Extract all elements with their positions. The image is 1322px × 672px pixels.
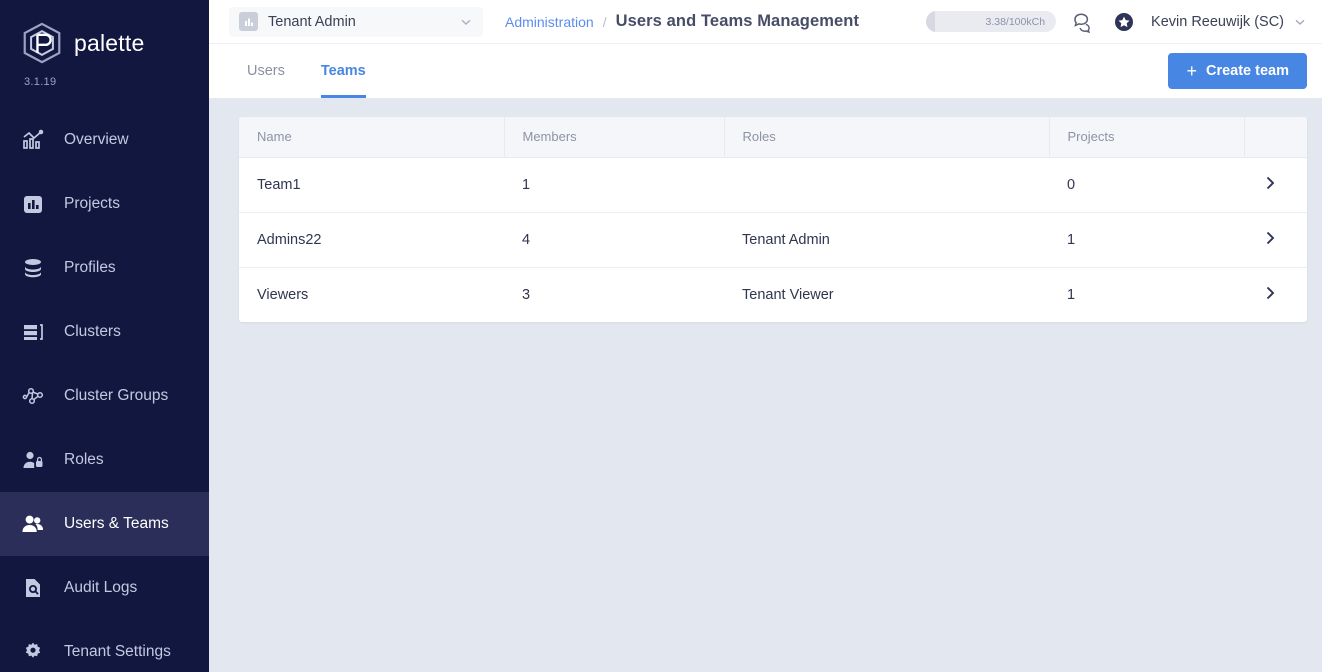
sidebar-item-label: Roles <box>64 451 104 468</box>
tabs: Users Teams <box>247 44 366 98</box>
column-header-action <box>1244 117 1307 158</box>
sidebar-nav: Overview Projects Profiles Clusters Clus… <box>0 108 209 672</box>
chart-line-bars-icon <box>20 127 46 153</box>
user-name: Kevin Reeuwijk (SC) <box>1151 13 1284 30</box>
sidebar: palette 3.1.19 Overview Projects Profile… <box>0 0 209 672</box>
teams-table-head: Name Members Roles Projects <box>239 117 1307 158</box>
sidebar-item-cluster-groups[interactable]: Cluster Groups <box>0 364 209 428</box>
chevron-right-icon[interactable] <box>1262 231 1278 250</box>
user-lock-icon <box>20 447 46 473</box>
chevron-right-icon[interactable] <box>1262 286 1278 305</box>
cell-members: 1 <box>504 157 724 213</box>
cell-team-name: Team1 <box>239 157 504 213</box>
teams-table-card: Name Members Roles Projects Team1 1 0 Ad… <box>239 117 1307 322</box>
cell-members: 3 <box>522 286 531 303</box>
column-header-roles: Roles <box>724 117 1050 158</box>
column-header-name: Name <box>239 117 505 158</box>
cell-projects: 0 <box>1049 157 1244 213</box>
teams-table: Name Members Roles Projects Team1 1 0 Ad… <box>239 117 1307 322</box>
breadcrumb-separator: / <box>602 13 607 30</box>
projects-square-icon <box>20 191 46 217</box>
star-circle-icon[interactable] <box>1113 11 1135 33</box>
sidebar-item-label: Clusters <box>64 323 121 340</box>
sidebar-item-overview[interactable]: Overview <box>0 108 209 172</box>
breadcrumb-parent-link[interactable]: Administration <box>505 14 594 30</box>
sidebar-item-clusters[interactable]: Clusters <box>0 300 209 364</box>
cell-roles: Tenant Admin <box>724 212 1049 268</box>
table-header-row: Name Members Roles Projects <box>239 117 1307 158</box>
app-version: 3.1.19 <box>24 76 57 88</box>
sidebar-item-projects[interactable]: Projects <box>0 172 209 236</box>
column-header-members: Members <box>504 117 725 158</box>
top-bar: Tenant Admin Administration / Users and … <box>209 0 1322 44</box>
users-group-icon <box>20 511 46 537</box>
tenant-selector[interactable]: Tenant Admin <box>229 6 483 37</box>
brand-name: palette <box>74 29 145 56</box>
create-team-button-label: Create team <box>1205 63 1289 79</box>
breadcrumb: Administration / Users and Teams Managem… <box>505 12 859 31</box>
tab-users[interactable]: Users <box>247 44 285 98</box>
node-graph-icon <box>20 383 46 409</box>
tenant-selector-value: Tenant Admin <box>268 13 356 30</box>
plus-icon: + <box>1186 61 1197 81</box>
sidebar-item-roles[interactable]: Roles <box>0 428 209 492</box>
table-row[interactable]: Admins22 4 Tenant Admin 1 <box>239 212 1307 268</box>
user-menu[interactable]: Kevin Reeuwijk (SC) <box>1151 14 1307 30</box>
gear-icon <box>20 639 46 665</box>
sidebar-item-audit-logs[interactable]: Audit Logs <box>0 556 209 620</box>
cell-members: 4 <box>504 212 724 268</box>
cell-row-action[interactable] <box>1244 212 1307 268</box>
main-area: Tenant Admin Administration / Users and … <box>209 0 1322 672</box>
sidebar-item-label: Cluster Groups <box>64 387 169 404</box>
tab-bar: Users Teams + Create team <box>209 44 1322 99</box>
sidebar-item-tenant-settings[interactable]: Tenant Settings <box>0 620 209 672</box>
cell-projects: 1 <box>1049 212 1244 268</box>
table-row[interactable]: Viewers 3 Tenant Viewer 1 <box>239 267 1307 322</box>
cell-projects: 1 <box>1067 286 1076 303</box>
sidebar-item-profiles[interactable]: Profiles <box>0 236 209 300</box>
chevron-down-icon <box>459 15 473 29</box>
sidebar-item-label: Overview <box>64 131 129 148</box>
sidebar-item-label: Profiles <box>64 259 116 276</box>
page-title: Users and Teams Management <box>615 12 860 30</box>
sidebar-item-label: Projects <box>64 195 120 212</box>
usage-meter-label: 3.38/100kCh <box>985 15 1046 28</box>
top-bar-right: 3.38/100kCh Kevin Reeuwijk (SC) <box>926 11 1307 33</box>
cell-team-name: Viewers <box>257 286 309 303</box>
chevron-right-icon[interactable] <box>1262 176 1278 195</box>
cell-row-action[interactable] <box>1244 267 1307 322</box>
tab-teams[interactable]: Teams <box>320 44 366 98</box>
table-row[interactable]: Team1 1 0 <box>239 157 1307 213</box>
teams-table-body: Team1 1 0 Admins22 4 Tenant Admin 1 View… <box>239 157 1307 322</box>
usage-meter: 3.38/100kCh <box>926 11 1057 32</box>
palette-hex-logo-icon <box>22 22 62 64</box>
column-header-projects: Projects <box>1049 117 1245 158</box>
cell-roles: Tenant Viewer <box>742 286 834 303</box>
server-list-icon <box>20 319 46 345</box>
sidebar-item-label: Tenant Settings <box>64 643 171 660</box>
cell-team-name: Admins22 <box>239 212 504 268</box>
layers-stack-icon <box>20 255 46 281</box>
brand: palette <box>0 0 209 64</box>
chat-bubbles-icon[interactable] <box>1072 11 1097 33</box>
content-area: Name Members Roles Projects Team1 1 0 Ad… <box>209 99 1322 672</box>
bar-chart-badge-icon <box>239 12 258 31</box>
document-search-icon <box>20 575 46 601</box>
cell-row-action[interactable] <box>1244 157 1307 213</box>
sidebar-item-users-teams[interactable]: Users & Teams <box>0 492 209 556</box>
sidebar-item-label: Audit Logs <box>64 579 138 596</box>
app-root: palette 3.1.19 Overview Projects Profile… <box>0 0 1322 672</box>
create-team-button[interactable]: + Create team <box>1168 53 1307 89</box>
chevron-down-icon <box>1293 15 1307 29</box>
cell-roles <box>724 157 1049 213</box>
sidebar-item-label: Users & Teams <box>64 515 169 532</box>
